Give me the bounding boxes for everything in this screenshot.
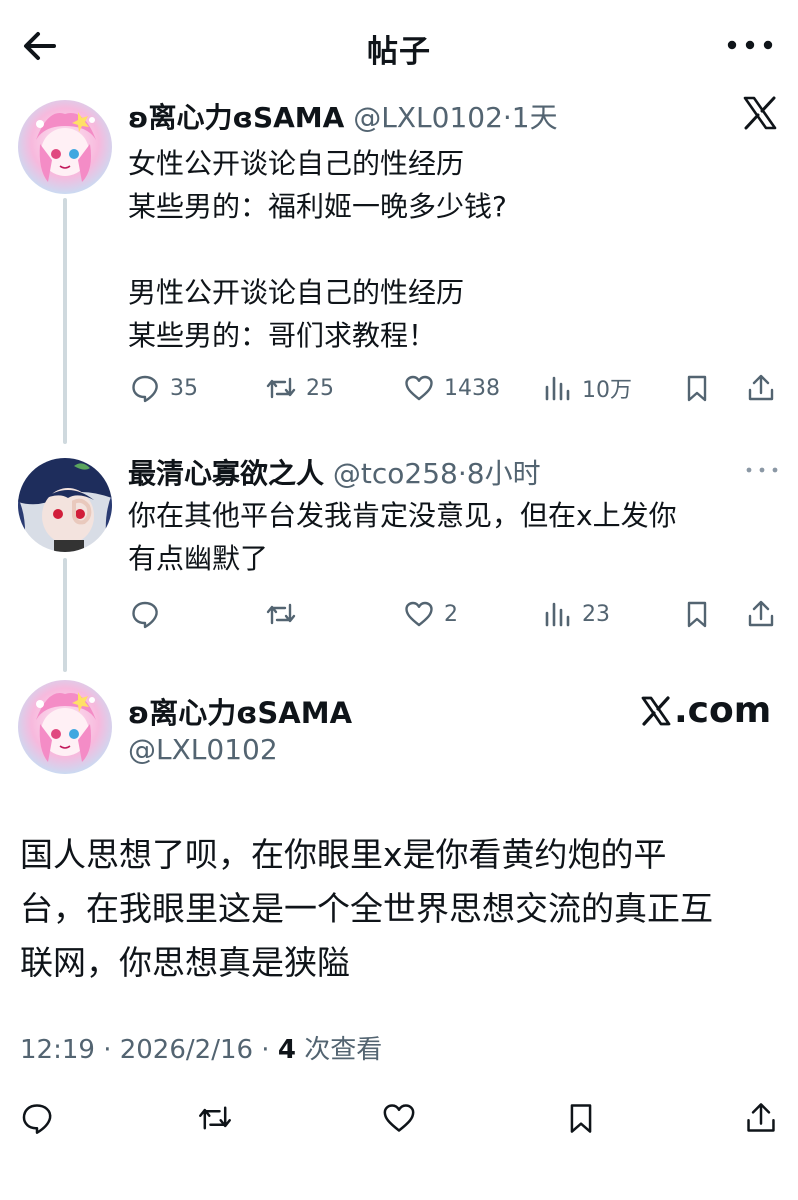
views-label: 次查看 <box>295 1035 383 1065</box>
bookmark-icon <box>570 1104 592 1133</box>
share-upload-icon <box>747 1103 775 1132</box>
x-logo-icon <box>641 695 671 726</box>
bookmark-button[interactable] <box>682 594 712 634</box>
repost-button[interactable]: 25 <box>266 368 334 408</box>
author-name[interactable]: 最清心寡欲之人 <box>128 457 324 490</box>
like-count: 1438 <box>444 375 500 401</box>
thread-line <box>63 558 67 672</box>
more-options-button[interactable] <box>722 30 778 60</box>
x-com-watermark: .com <box>640 690 771 731</box>
thread-line <box>63 198 67 444</box>
repost-icon <box>266 603 296 625</box>
x-com-text: .com <box>674 690 772 731</box>
tweet-header: ʚ离心力ɞSAMA @LXL0102·1天 <box>128 96 558 136</box>
tweet-header: 最清心寡欲之人 @tco258·8小时 <box>128 452 541 492</box>
separator-dot: · <box>502 101 512 134</box>
repost-button[interactable] <box>266 594 306 634</box>
repost-count: 25 <box>306 375 334 401</box>
views-button[interactable]: 10万 <box>542 368 632 408</box>
more-horizontal-icon <box>727 40 773 50</box>
reply-bubble-icon <box>132 601 158 629</box>
heart-icon <box>405 375 433 401</box>
main-tweet-actions <box>0 1098 798 1142</box>
like-button[interactable] <box>382 1098 416 1138</box>
view-count: 10万 <box>582 378 632 403</box>
share-button[interactable] <box>746 368 776 408</box>
bookmark-icon <box>687 601 707 628</box>
reply-button[interactable] <box>20 1098 54 1138</box>
like-button[interactable]: 2 <box>404 594 458 634</box>
author-name[interactable]: ʚ离心力ɞSAMA <box>128 101 344 134</box>
share-button[interactable] <box>746 594 776 634</box>
avatar[interactable] <box>18 100 112 194</box>
like-count: 2 <box>444 601 458 627</box>
views-bar-chart-icon <box>545 602 570 627</box>
more-horizontal-icon[interactable] <box>744 462 780 478</box>
share-upload-icon <box>748 374 774 401</box>
bookmark-button[interactable] <box>564 1098 598 1138</box>
heart-icon <box>405 601 433 627</box>
bookmark-icon <box>687 375 707 402</box>
bookmark-button[interactable] <box>682 368 712 408</box>
separator-dot: · <box>457 457 467 490</box>
reply-count: 35 <box>170 375 198 401</box>
author-handle[interactable]: @LXL0102 <box>128 733 278 766</box>
reply-bubble-icon <box>22 1104 52 1134</box>
main-tweet-text: 国人思想了呗，在你眼里x是你看黄约炮的平 台，在我眼里这是一个全世界思想交流的真… <box>20 835 713 982</box>
author-handle[interactable]: @LXL0102 <box>353 101 503 134</box>
page-title: 帖子 <box>367 34 431 70</box>
share-upload-icon <box>748 600 774 627</box>
view-count: 4 <box>277 1035 296 1065</box>
top-bar: 帖子 <box>0 0 798 90</box>
author-name[interactable]: ʚ离心力ɞSAMA <box>128 690 352 732</box>
views-button[interactable]: 23 <box>542 594 610 634</box>
tweet-time[interactable]: 1天 <box>512 101 558 134</box>
tweet-text: 你在其他平台发我肯定没意见，但在x上发你 有点幽默了 <box>128 499 677 575</box>
x-logo-icon <box>743 96 777 130</box>
reply-button[interactable]: 35 <box>130 368 198 408</box>
avatar[interactable] <box>18 458 112 552</box>
share-button[interactable] <box>744 1098 778 1138</box>
tweet-timestamp[interactable]: 12:19 · 2026/2/16 · <box>20 1035 278 1065</box>
tweet-time[interactable]: 8小时 <box>467 457 541 490</box>
repost-button[interactable] <box>198 1098 232 1138</box>
avatar[interactable] <box>18 680 112 774</box>
author-handle[interactable]: @tco258 <box>333 457 458 490</box>
tweet-text: 女性公开谈论自己的性经历 某些男的：福利姬一晚多少钱? 男性公开谈论自己的性经历… <box>128 147 507 352</box>
view-count: 23 <box>582 601 610 627</box>
tweet-metadata: 12:19 · 2026/2/16 · 4 次查看 <box>20 1029 382 1066</box>
repost-icon <box>199 1106 231 1130</box>
reply-button[interactable] <box>130 594 170 634</box>
tweet-actions: 35 25 1438 10万 <box>128 368 778 408</box>
heart-icon <box>383 1104 415 1132</box>
reply-bubble-icon <box>132 375 158 403</box>
views-bar-chart-icon <box>545 376 570 401</box>
like-button[interactable]: 1438 <box>404 368 500 408</box>
tweet-actions: 2 23 <box>128 594 778 634</box>
repost-icon <box>266 377 296 399</box>
